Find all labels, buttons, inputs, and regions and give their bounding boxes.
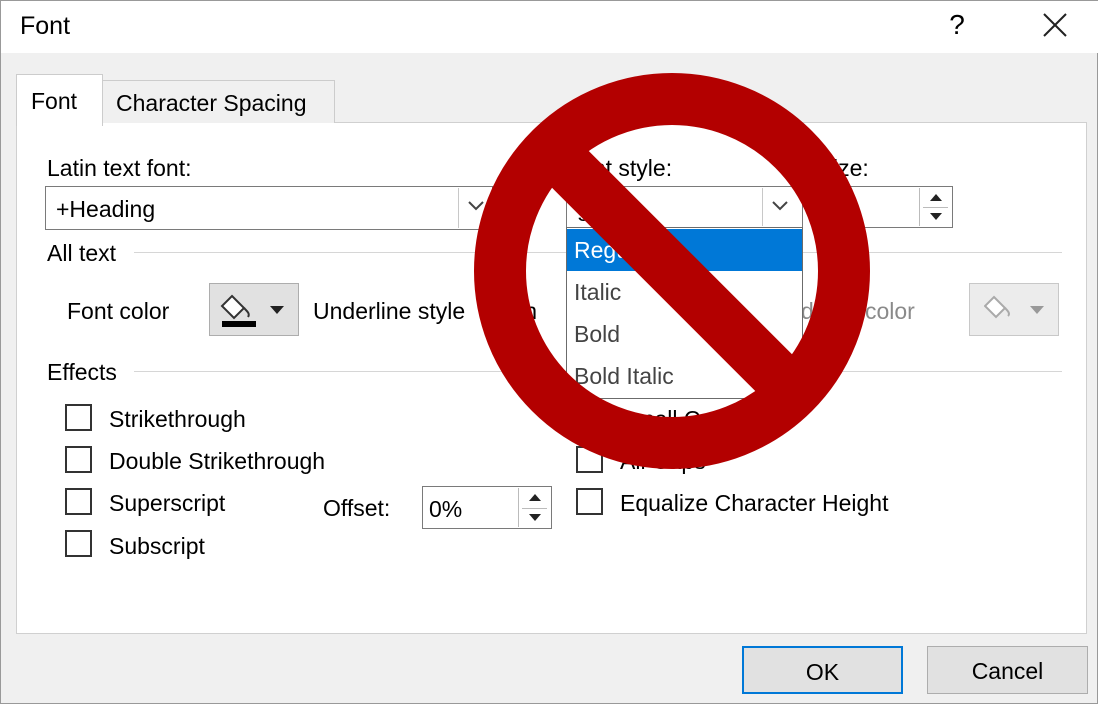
help-button[interactable]: ? — [945, 9, 969, 41]
close-button[interactable] — [1034, 9, 1074, 43]
equalize-height-label: Equalize Character Height — [620, 490, 889, 516]
size-spin-buttons[interactable] — [919, 188, 951, 226]
all-text-heading: All text — [47, 240, 117, 266]
subscript-label: Subscript — [109, 533, 205, 559]
offset-spinner[interactable]: 0% — [422, 486, 552, 529]
font-color-label: Font color — [67, 298, 170, 324]
caret-down-icon — [1030, 306, 1044, 314]
font-style-combobox[interactable]: gular — [566, 186, 803, 228]
paint-bucket-icon — [220, 294, 256, 327]
offset-value: 0% — [429, 496, 463, 522]
underline-color-button[interactable] — [969, 283, 1059, 336]
latin-font-dropdown-button[interactable] — [458, 188, 492, 228]
font-dialog: Font ? Font Character Spacing Latin text… — [0, 0, 1098, 704]
spin-up-icon — [930, 194, 942, 201]
spin-down-icon — [930, 213, 942, 220]
all-caps-label: All Caps — [620, 448, 706, 474]
equalize-height-checkbox[interactable] — [576, 488, 603, 515]
tab-character-spacing[interactable]: Character Spacing — [102, 80, 335, 123]
double-strikethrough-label: Double Strikethrough — [109, 448, 326, 474]
font-color-button[interactable] — [209, 283, 299, 336]
font-style-option[interactable]: Bold — [567, 313, 802, 355]
offset-label: Offset: — [323, 495, 391, 521]
cancel-button[interactable]: Cancel — [927, 646, 1088, 694]
strikethrough-checkbox[interactable] — [65, 404, 92, 431]
small-caps-label: Small Cap — [620, 406, 727, 432]
latin-font-label: Latin text font: — [47, 155, 192, 181]
underline-color-label: de ne color — [801, 298, 915, 324]
all-caps-checkbox[interactable] — [576, 446, 603, 473]
superscript-label: Superscript — [109, 490, 226, 516]
subscript-checkbox[interactable] — [65, 530, 92, 557]
underline-style-value: (non — [491, 298, 538, 324]
offset-spin-buttons[interactable] — [518, 488, 550, 527]
latin-font-value: +Heading — [56, 196, 156, 222]
spin-up-icon — [529, 494, 541, 501]
close-icon — [1043, 13, 1067, 37]
chevron-down-icon — [772, 201, 788, 211]
superscript-checkbox[interactable] — [65, 488, 92, 515]
font-style-label: Font style: — [566, 155, 673, 181]
font-style-option[interactable]: Regu — [567, 229, 802, 271]
paint-bucket-icon — [984, 295, 1010, 319]
caret-down-icon — [270, 306, 284, 314]
small-caps-checkbox[interactable] — [576, 404, 603, 431]
font-style-option[interactable]: Italic — [567, 271, 802, 313]
underline-style-label: Underline style — [313, 298, 466, 324]
size-spinner[interactable] — [833, 186, 953, 228]
font-style-option[interactable]: Bold Italic — [567, 355, 802, 397]
latin-font-combobox[interactable]: +Heading — [45, 186, 493, 230]
spin-down-icon — [529, 514, 541, 521]
font-style-dropdown-button[interactable] — [762, 188, 796, 226]
double-strikethrough-checkbox[interactable] — [65, 446, 92, 473]
ok-button[interactable]: OK — [742, 646, 903, 694]
font-style-value: gular — [577, 195, 629, 221]
tab-font-label: Font — [31, 88, 78, 114]
strikethrough-label: Strikethrough — [109, 406, 246, 432]
title-bar: Font ? — [1, 1, 1098, 53]
dialog-title: Font — [20, 12, 71, 40]
size-label: ize: — [833, 155, 869, 181]
effects-heading: Effects — [47, 359, 117, 385]
font-style-dropdown-list: Regu Italic Bold Bold Italic — [566, 227, 803, 399]
chevron-down-icon — [468, 201, 484, 211]
tab-font[interactable]: Font — [16, 74, 103, 126]
tab-character-spacing-label: Character Spacing — [116, 90, 307, 116]
